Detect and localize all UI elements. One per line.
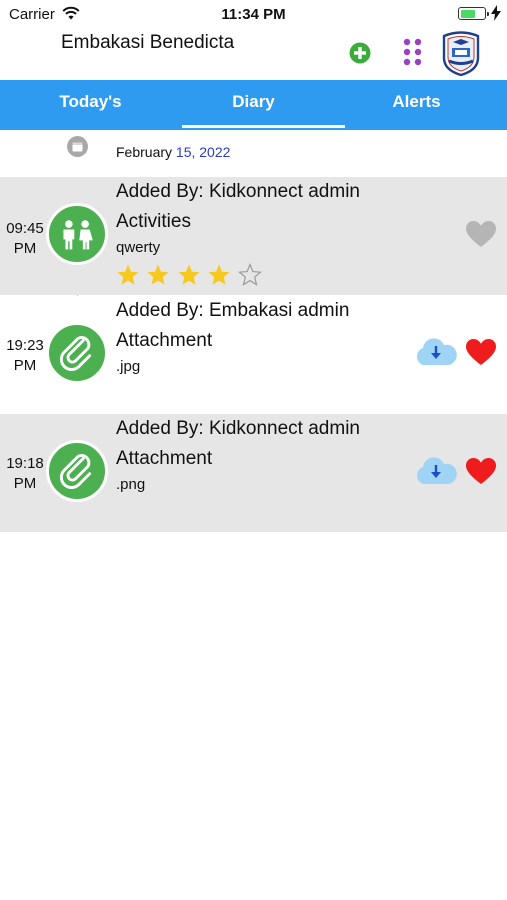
school-logo[interactable] (441, 30, 481, 76)
entry-time-ampm: PM (13, 475, 37, 492)
heart-icon[interactable] (465, 220, 497, 248)
date-day-year: 15, 2022 (175, 144, 231, 160)
entry-time: 19:23 PM (0, 336, 50, 376)
battery-icon (458, 7, 489, 20)
entry-type: Activities (116, 211, 191, 232)
child-name[interactable]: Embakasi Benedicta (61, 31, 261, 54)
selected-tab-indicator (182, 125, 345, 128)
charging-bolt-icon (491, 5, 501, 21)
entry-time-ampm: PM (13, 240, 37, 257)
cloud-download-icon[interactable] (413, 337, 459, 367)
status-bar: Carrier 11:34 PM (0, 0, 507, 28)
star-filled-icon (178, 264, 200, 285)
heart-icon[interactable] (465, 457, 497, 485)
entry-detail: .jpg (116, 358, 141, 375)
tab-todays[interactable]: Today's (6, 80, 175, 130)
entry-time-value: 19:18 (6, 455, 44, 472)
heart-icon[interactable] (465, 338, 497, 366)
apps-grid-icon[interactable] (403, 38, 425, 66)
entry-time: 09:45 PM (0, 219, 50, 259)
calendar-icon (67, 136, 88, 157)
star-filled-icon (208, 264, 230, 285)
cloud-download-icon[interactable] (413, 456, 459, 486)
entry-type: Attachment (116, 448, 213, 469)
entry-type: Attachment (116, 330, 213, 351)
entry-detail: .png (116, 476, 146, 493)
entry-detail: qwerty (116, 239, 161, 256)
tab-diary[interactable]: Diary (169, 80, 338, 130)
tab-alerts[interactable]: Alerts (332, 80, 501, 130)
date-header: February 15, 2022 (0, 130, 507, 177)
entry-added-by: Added By: Embakasi admin (116, 300, 350, 321)
diary-entry[interactable]: 19:18 PM Added By: Kidkonnect admin Atta… (0, 414, 507, 532)
diary-entry[interactable]: 19:23 PM Added By: Embakasi admin Attach… (0, 296, 507, 414)
date-month: February (116, 144, 173, 160)
entry-added-by: Added By: Kidkonnect admin (116, 418, 360, 439)
paperclip-icon (46, 322, 108, 384)
diary-entry[interactable]: 09:45 PM Added By: Kidkonnect admin Acti… (0, 177, 507, 295)
date-label: February 15, 2022 (116, 144, 230, 160)
entry-time-value: 19:23 (6, 337, 44, 354)
paperclip-icon (46, 440, 108, 502)
entry-time-value: 09:45 (6, 220, 44, 237)
app-header: Embakasi Benedicta (0, 28, 507, 80)
entry-time-ampm: PM (13, 357, 37, 374)
tab-bar: Today's Diary Alerts (0, 80, 507, 130)
add-entry-icon[interactable] (349, 42, 371, 64)
status-clock: 11:34 PM (221, 6, 286, 23)
star-empty-icon (238, 263, 262, 286)
star-filled-icon (147, 264, 169, 285)
entry-time: 19:18 PM (0, 454, 50, 494)
star-filled-icon (117, 264, 139, 285)
children-icon (46, 203, 108, 265)
entry-added-by: Added By: Kidkonnect admin (116, 181, 360, 202)
